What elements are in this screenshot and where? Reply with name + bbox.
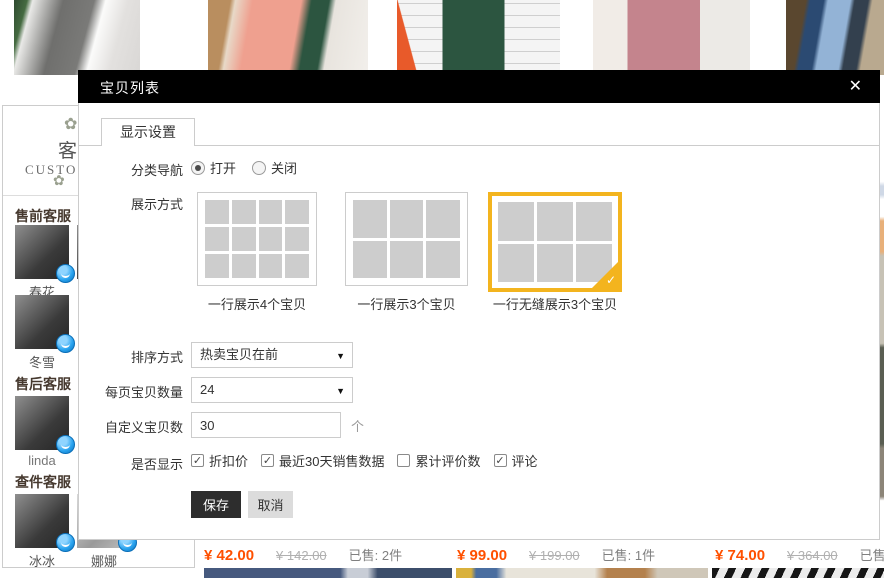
display-option-3-seamless-selected[interactable]: ✓ bbox=[488, 192, 622, 292]
display-option-caption: 一行展示3个宝贝 bbox=[345, 294, 468, 313]
visibility-checkbox-group: ✓ 折扣价 ✓ 最近30天销售数据 累计评价数 ✓ 评论 bbox=[191, 451, 538, 470]
checkbox-checked-icon: ✓ bbox=[261, 454, 274, 467]
checkbox-label: 折扣价 bbox=[209, 451, 248, 470]
per-page-select[interactable]: 24 ▼ bbox=[191, 377, 353, 403]
save-button[interactable]: 保存 bbox=[191, 491, 241, 518]
close-icon[interactable]: ✕ bbox=[849, 76, 862, 96]
product-photo[interactable] bbox=[786, 0, 884, 75]
grid-preview bbox=[205, 200, 309, 278]
sort-select-value: 热卖宝贝在前 bbox=[200, 347, 278, 362]
modal-title: 宝贝列表 bbox=[100, 78, 160, 98]
sold-count: 已售: 1件 bbox=[602, 545, 655, 564]
radio-open[interactable]: 打开 bbox=[191, 158, 236, 177]
price-current: ¥ 99.00 bbox=[457, 547, 507, 564]
field-label-visibility: 是否显示 bbox=[79, 454, 183, 473]
sold-count: 已售: 2件 bbox=[349, 545, 402, 564]
cancel-button[interactable]: 取消 bbox=[248, 491, 293, 518]
avatar[interactable] bbox=[15, 396, 69, 450]
radio-closed[interactable]: 关闭 bbox=[252, 158, 297, 177]
cs-member-name: 冬雪 bbox=[15, 352, 69, 371]
price-original: ¥ 364.00 bbox=[787, 548, 838, 563]
checkbox-comments[interactable]: ✓ 评论 bbox=[494, 451, 538, 470]
product-price-row: ¥ 42.00 ¥ 142.00 已售: 2件 ¥ 99.00 ¥ 199.00… bbox=[196, 540, 884, 568]
checkbox-total-reviews[interactable]: 累计评价数 bbox=[397, 451, 480, 470]
tab-divider bbox=[79, 145, 879, 146]
check-icon: ✓ bbox=[606, 273, 616, 287]
field-label-category-nav: 分类导航 bbox=[79, 160, 183, 179]
checkbox-checked-icon: ✓ bbox=[494, 454, 507, 467]
sold-count: 已售: 1件 bbox=[860, 545, 884, 564]
radio-selected-icon bbox=[191, 161, 205, 175]
display-option-3-per-row[interactable] bbox=[345, 192, 468, 286]
custom-count-row: 个 bbox=[191, 412, 364, 438]
field-label-display-mode: 展示方式 bbox=[79, 194, 183, 213]
avatar[interactable] bbox=[15, 494, 69, 548]
modal-footer-buttons: 保存 取消 bbox=[191, 491, 293, 518]
wangwang-chat-icon bbox=[56, 334, 75, 353]
display-option-4-per-row[interactable] bbox=[197, 192, 317, 286]
per-page-row: 24 ▼ bbox=[191, 377, 353, 403]
price-original: ¥ 199.00 bbox=[529, 548, 580, 563]
cs-member-name: linda bbox=[15, 453, 69, 468]
display-option-caption: 一行无缝展示3个宝贝 bbox=[479, 294, 631, 313]
leaf-ornament-icon: ✿ bbox=[64, 114, 77, 134]
category-nav-radio-group: 打开 关闭 bbox=[191, 158, 297, 177]
cs-member-name: 冰冰 bbox=[15, 551, 69, 570]
field-label-custom-count: 自定义宝贝数 bbox=[79, 417, 183, 436]
product-photo[interactable] bbox=[456, 568, 708, 578]
wangwang-chat-icon bbox=[56, 435, 75, 454]
checkbox-label: 最近30天销售数据 bbox=[279, 451, 384, 470]
field-label-per-page: 每页宝贝数量 bbox=[79, 382, 183, 401]
radio-label: 关闭 bbox=[271, 158, 297, 177]
price-current: ¥ 42.00 bbox=[204, 547, 254, 564]
sort-select[interactable]: 热卖宝贝在前 ▼ bbox=[191, 342, 353, 368]
cs-member-name: 娜娜 bbox=[77, 551, 131, 570]
wangwang-chat-icon bbox=[56, 264, 75, 283]
display-option-caption: 一行展示4个宝贝 bbox=[197, 294, 317, 313]
leaf-ornament-icon: ✿ bbox=[53, 172, 65, 189]
logo-en-text: CUSTO bbox=[25, 162, 77, 178]
per-page-select-value: 24 bbox=[200, 382, 214, 397]
radio-unselected-icon bbox=[252, 161, 266, 175]
field-label-sort: 排序方式 bbox=[79, 347, 183, 366]
chevron-down-icon: ▼ bbox=[336, 343, 345, 369]
product-photo[interactable] bbox=[593, 0, 750, 75]
checkbox-unchecked-icon bbox=[397, 454, 410, 467]
radio-label: 打开 bbox=[210, 158, 236, 177]
wangwang-chat-icon bbox=[56, 533, 75, 552]
modal-header: 宝贝列表 ✕ bbox=[78, 70, 880, 103]
avatar[interactable] bbox=[15, 225, 69, 279]
price-original: ¥ 142.00 bbox=[276, 548, 327, 563]
product-photo[interactable] bbox=[208, 0, 368, 75]
checkbox-30day-sales[interactable]: ✓ 最近30天销售数据 bbox=[261, 451, 384, 470]
product-price-group: ¥ 74.00 ¥ 364.00 已售: 1件 bbox=[715, 545, 884, 564]
product-price-group: ¥ 99.00 ¥ 199.00 已售: 1件 bbox=[457, 545, 655, 564]
tab-display-settings[interactable]: 显示设置 bbox=[101, 118, 195, 146]
product-photo[interactable] bbox=[204, 568, 452, 578]
price-current: ¥ 74.00 bbox=[715, 547, 765, 564]
product-photo[interactable] bbox=[14, 0, 140, 75]
chevron-down-icon: ▼ bbox=[336, 378, 345, 404]
unit-label: 个 bbox=[351, 416, 364, 435]
checkbox-discount-price[interactable]: ✓ 折扣价 bbox=[191, 451, 248, 470]
checkbox-label: 评论 bbox=[512, 451, 538, 470]
checkbox-checked-icon: ✓ bbox=[191, 454, 204, 467]
product-list-settings-modal: 宝贝列表 ✕ 显示设置 分类导航 打开 关闭 展示方式 bbox=[78, 70, 880, 540]
grid-preview bbox=[353, 200, 460, 278]
product-photo[interactable] bbox=[712, 568, 884, 578]
custom-count-input[interactable] bbox=[191, 412, 341, 438]
product-photo[interactable] bbox=[397, 0, 560, 75]
logo-cn-text: 客 bbox=[58, 136, 77, 163]
avatar[interactable] bbox=[15, 295, 69, 349]
product-price-group: ¥ 42.00 ¥ 142.00 已售: 2件 bbox=[204, 545, 402, 564]
page-behind-sliver bbox=[880, 103, 884, 540]
sort-row: 热卖宝贝在前 ▼ bbox=[191, 342, 353, 368]
checkbox-label: 累计评价数 bbox=[415, 451, 480, 470]
